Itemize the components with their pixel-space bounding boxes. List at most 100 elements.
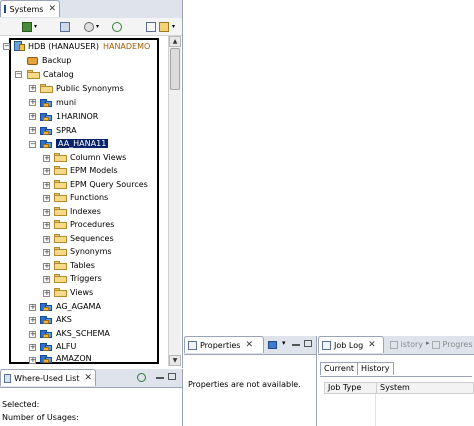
properties-tab[interactable]: Properties ✕	[184, 336, 264, 353]
folder-expander[interactable]: +	[43, 209, 50, 216]
systems-scrollbar[interactable]: ▲ ▼	[168, 36, 181, 366]
schema-icon	[40, 342, 53, 352]
job-log-table-header: Job Type System	[324, 382, 474, 394]
schema-expander[interactable]: +	[29, 331, 36, 338]
tree-item-folder[interactable]: Views	[54, 286, 93, 299]
schema-expander[interactable]: +	[29, 357, 36, 364]
catalog-expander[interactable]: −	[15, 71, 22, 78]
tree-item-selected-schema[interactable]: AA_HANA11	[40, 137, 109, 150]
progress-tab-icon	[432, 340, 440, 349]
tree-item-schema[interactable]: AG_AGAMA	[40, 300, 101, 313]
tree-item-public-synonyms[interactable]: Public Synonyms	[40, 82, 124, 95]
minimize-icon[interactable]	[292, 344, 300, 346]
tree-item-folder[interactable]: Functions	[54, 191, 108, 204]
job-log-tab-label: Job Log	[334, 340, 364, 350]
folder-expander[interactable]: +	[43, 182, 50, 189]
systems-tab[interactable]: Systems ✕	[0, 0, 60, 17]
tree-item-schema[interactable]: muni	[40, 96, 76, 109]
selected-schema-expander[interactable]: −	[29, 141, 36, 148]
tree-item-schema[interactable]: 1HARINOR	[40, 110, 98, 123]
tree-item-schema[interactable]: AMAZON	[40, 352, 92, 365]
folder-expander[interactable]: +	[43, 155, 50, 162]
schema-expander[interactable]: +	[29, 99, 36, 106]
folder-expander[interactable]: +	[43, 276, 50, 283]
tree-item-system[interactable]: HDB (HANAUSER) HANADEMO	[13, 40, 150, 53]
link-editor-icon[interactable]	[159, 22, 169, 32]
tree-item-folder[interactable]: Synonyms	[54, 245, 112, 258]
collapse-all-icon[interactable]	[146, 22, 156, 32]
schema-expander[interactable]: +	[29, 113, 36, 120]
tree-item-folder[interactable]: Procedures	[54, 218, 114, 231]
view-menu-icon[interactable]: ▾	[282, 339, 286, 347]
folder-expander[interactable]: +	[43, 249, 50, 256]
tree-item-folder[interactable]: EPM Query Sources	[54, 178, 148, 191]
tree-item-folder[interactable]: Tables	[54, 259, 95, 272]
find-object-icon[interactable]	[84, 22, 94, 32]
backup-label: Backup	[42, 56, 72, 65]
subtab-current[interactable]: Current	[320, 362, 359, 375]
column-header-job-type[interactable]: Job Type	[325, 383, 377, 393]
job-log-tab-close-icon[interactable]: ✕	[368, 340, 376, 350]
job-log-view: Job Log ✕ istory ▸ Progres Current Histo…	[318, 336, 474, 426]
systems-tree: − HDB (HANAUSER) HANADEMO Backup − Catal…	[0, 36, 168, 366]
pin-icon[interactable]	[268, 341, 277, 349]
schema-expander[interactable]: +	[29, 304, 36, 311]
folder-label: Sequences	[70, 234, 114, 243]
schema-expander[interactable]: +	[29, 85, 36, 92]
job-log-tab[interactable]: Job Log ✕	[318, 336, 384, 353]
where-used-tab-close-icon[interactable]: ✕	[84, 373, 92, 383]
folder-expander[interactable]: +	[43, 168, 50, 175]
tree-item-catalog[interactable]: Catalog	[27, 68, 74, 81]
schema-expander[interactable]: +	[29, 317, 36, 324]
scroll-down-button[interactable]: ▼	[169, 355, 181, 366]
folder-label: Indexes	[70, 207, 101, 216]
tree-item-folder[interactable]: Sequences	[54, 232, 114, 245]
schema-label: AG_AGAMA	[56, 302, 101, 311]
tree-item-folder[interactable]: Indexes	[54, 205, 101, 218]
minimize-icon[interactable]	[156, 377, 164, 379]
folder-expander[interactable]: +	[43, 195, 50, 202]
tree-item-schema[interactable]: AKS	[40, 313, 72, 326]
tree-item-schema[interactable]: AKS_SCHEMA	[40, 327, 110, 340]
scroll-thumb[interactable]	[170, 48, 180, 90]
add-system-dropdown-icon[interactable]: ▾	[34, 23, 37, 30]
tree-item-folder[interactable]: EPM Models	[54, 164, 118, 177]
view-menu-icon[interactable]: ▸	[426, 339, 430, 347]
refresh-icon[interactable]	[137, 373, 146, 382]
tree-item-backup[interactable]: Backup	[27, 54, 71, 67]
tab-progress[interactable]: Progres	[432, 340, 473, 349]
maximize-icon[interactable]	[168, 373, 176, 380]
folder-icon	[54, 274, 67, 283]
tree-item-folder[interactable]: Triggers	[54, 272, 102, 285]
properties-tab-close-icon[interactable]: ✕	[245, 340, 253, 350]
systems-tab-close-icon[interactable]: ✕	[48, 4, 56, 14]
catalog-label: Catalog	[43, 70, 74, 79]
add-system-icon[interactable]	[22, 22, 32, 32]
folder-icon	[54, 207, 67, 216]
system-expander[interactable]: −	[3, 43, 10, 50]
schema-icon	[40, 329, 53, 339]
folder-expander[interactable]: +	[43, 236, 50, 243]
subtab-history[interactable]: History	[358, 362, 394, 375]
folder-expander[interactable]: +	[43, 290, 50, 297]
refresh-icon[interactable]	[112, 22, 122, 32]
folder-icon	[54, 166, 67, 175]
folder-expander[interactable]: +	[43, 263, 50, 270]
folder-icon	[54, 153, 67, 162]
schema-expander[interactable]: +	[29, 344, 36, 351]
schema-label: Public Synonyms	[56, 84, 124, 93]
job-log-table-body	[324, 394, 474, 426]
where-used-tab[interactable]: Where-Used List ✕	[0, 369, 96, 386]
maximize-icon[interactable]	[304, 340, 312, 347]
tab-history[interactable]: istory	[390, 340, 423, 349]
sql-console-icon[interactable]	[60, 22, 70, 32]
find-dropdown-icon[interactable]: ▾	[96, 23, 99, 30]
folder-expander[interactable]: +	[43, 222, 50, 229]
tree-item-folder[interactable]: Column Views	[54, 151, 126, 164]
tree-item-schema[interactable]: SPRA	[40, 124, 77, 137]
where-used-view-icon	[4, 373, 12, 383]
view-menu-icon[interactable]: ▾	[172, 23, 175, 30]
scroll-up-button[interactable]: ▲	[169, 36, 181, 47]
column-header-system[interactable]: System	[377, 383, 410, 393]
schema-expander[interactable]: +	[29, 127, 36, 134]
